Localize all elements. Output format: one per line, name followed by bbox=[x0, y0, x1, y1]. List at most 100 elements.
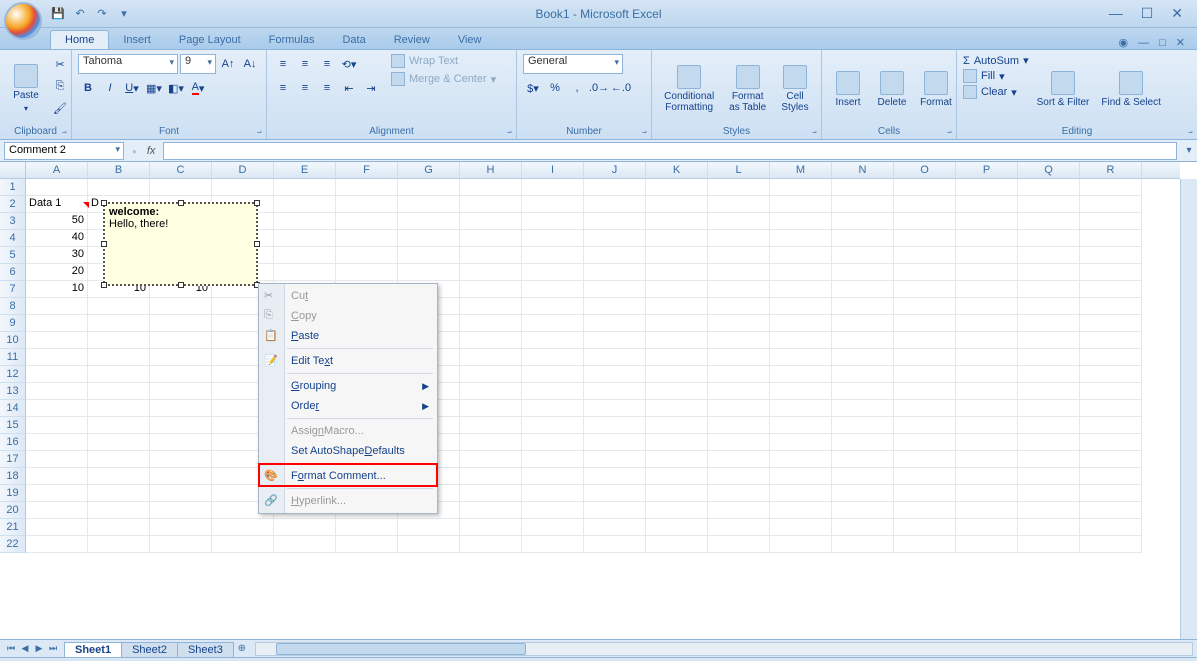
cell[interactable] bbox=[832, 179, 894, 196]
comment-box[interactable]: welcome: Hello, there! bbox=[103, 202, 258, 286]
minimize-button[interactable]: — bbox=[1109, 5, 1123, 22]
cell[interactable] bbox=[956, 315, 1018, 332]
cell[interactable] bbox=[460, 298, 522, 315]
conditional-formatting-button[interactable]: Conditional Formatting bbox=[658, 54, 720, 124]
cell[interactable] bbox=[522, 281, 584, 298]
cell[interactable] bbox=[584, 213, 646, 230]
cell[interactable] bbox=[88, 502, 150, 519]
cell[interactable] bbox=[1080, 519, 1142, 536]
column-header[interactable]: J bbox=[584, 162, 646, 178]
cell[interactable] bbox=[956, 332, 1018, 349]
cell[interactable] bbox=[770, 417, 832, 434]
cell[interactable] bbox=[646, 298, 708, 315]
cell[interactable] bbox=[522, 366, 584, 383]
cell[interactable] bbox=[708, 383, 770, 400]
cell[interactable] bbox=[832, 332, 894, 349]
cell[interactable] bbox=[1018, 179, 1080, 196]
cut-icon[interactable]: ✂ bbox=[50, 54, 70, 74]
cell[interactable] bbox=[150, 485, 212, 502]
tab-data[interactable]: Data bbox=[328, 31, 379, 49]
cell[interactable] bbox=[522, 434, 584, 451]
cell[interactable] bbox=[1080, 383, 1142, 400]
cell[interactable] bbox=[584, 468, 646, 485]
cell[interactable] bbox=[460, 281, 522, 298]
cell[interactable] bbox=[894, 468, 956, 485]
cell[interactable] bbox=[88, 536, 150, 553]
cell[interactable] bbox=[894, 315, 956, 332]
row-header[interactable]: 10 bbox=[0, 332, 26, 349]
cell[interactable] bbox=[832, 502, 894, 519]
cell[interactable] bbox=[956, 281, 1018, 298]
cell[interactable] bbox=[150, 383, 212, 400]
increase-font-icon[interactable]: A↑ bbox=[218, 54, 238, 74]
underline-button[interactable]: U▾ bbox=[122, 78, 142, 98]
cell[interactable] bbox=[956, 366, 1018, 383]
cell[interactable] bbox=[894, 519, 956, 536]
cell[interactable] bbox=[956, 468, 1018, 485]
cell[interactable] bbox=[584, 434, 646, 451]
cell[interactable] bbox=[336, 179, 398, 196]
cell[interactable] bbox=[1018, 434, 1080, 451]
cell[interactable] bbox=[88, 315, 150, 332]
cell[interactable]: 10 bbox=[26, 281, 88, 298]
cell[interactable] bbox=[1080, 281, 1142, 298]
cell[interactable] bbox=[150, 434, 212, 451]
cell[interactable] bbox=[584, 417, 646, 434]
cell[interactable] bbox=[1018, 536, 1080, 553]
border-icon[interactable]: ▦▾ bbox=[144, 78, 164, 98]
cell[interactable] bbox=[1080, 434, 1142, 451]
cell[interactable] bbox=[708, 451, 770, 468]
cell[interactable] bbox=[584, 400, 646, 417]
row-header[interactable]: 20 bbox=[0, 502, 26, 519]
cell[interactable] bbox=[398, 264, 460, 281]
cell[interactable] bbox=[522, 485, 584, 502]
cell[interactable]: 40 bbox=[26, 230, 88, 247]
name-box[interactable]: Comment 2 bbox=[4, 142, 124, 160]
ctx-copy[interactable]: ⎘Copy bbox=[259, 306, 437, 326]
cell[interactable] bbox=[1018, 315, 1080, 332]
column-header[interactable]: A bbox=[26, 162, 88, 178]
row-header[interactable]: 18 bbox=[0, 468, 26, 485]
cell[interactable] bbox=[584, 332, 646, 349]
cell[interactable] bbox=[88, 400, 150, 417]
cell[interactable] bbox=[832, 230, 894, 247]
cell[interactable] bbox=[522, 536, 584, 553]
cell[interactable] bbox=[894, 281, 956, 298]
cell[interactable] bbox=[88, 366, 150, 383]
cell[interactable] bbox=[88, 383, 150, 400]
font-size-combo[interactable]: 9 bbox=[180, 54, 216, 74]
cell[interactable] bbox=[708, 349, 770, 366]
cell[interactable] bbox=[646, 485, 708, 502]
align-bottom-icon[interactable]: ≡ bbox=[317, 54, 337, 74]
ctx-format-comment[interactable]: 🎨Format Comment... bbox=[259, 466, 437, 486]
cell[interactable] bbox=[336, 247, 398, 264]
cell[interactable] bbox=[336, 536, 398, 553]
cell[interactable] bbox=[708, 468, 770, 485]
cell[interactable] bbox=[26, 349, 88, 366]
decrease-indent-icon[interactable]: ⇤ bbox=[339, 78, 359, 98]
row-header[interactable]: 22 bbox=[0, 536, 26, 553]
cell[interactable] bbox=[1080, 230, 1142, 247]
cell[interactable] bbox=[1018, 417, 1080, 434]
cell[interactable] bbox=[894, 400, 956, 417]
cell[interactable] bbox=[894, 366, 956, 383]
cell[interactable] bbox=[1018, 281, 1080, 298]
column-header[interactable]: D bbox=[212, 162, 274, 178]
cell[interactable] bbox=[832, 298, 894, 315]
cell[interactable] bbox=[522, 247, 584, 264]
cell[interactable] bbox=[708, 298, 770, 315]
cell[interactable] bbox=[708, 247, 770, 264]
column-header[interactable]: G bbox=[398, 162, 460, 178]
tab-view[interactable]: View bbox=[444, 31, 496, 49]
cell[interactable] bbox=[150, 349, 212, 366]
cell[interactable] bbox=[26, 332, 88, 349]
resize-handle[interactable] bbox=[101, 241, 107, 247]
tab-insert[interactable]: Insert bbox=[109, 31, 165, 49]
column-header[interactable]: F bbox=[336, 162, 398, 178]
cell[interactable] bbox=[770, 434, 832, 451]
row-header[interactable]: 6 bbox=[0, 264, 26, 281]
horizontal-scrollbar[interactable] bbox=[255, 642, 1193, 656]
cell[interactable] bbox=[26, 298, 88, 315]
cell[interactable] bbox=[584, 383, 646, 400]
cell[interactable] bbox=[894, 196, 956, 213]
